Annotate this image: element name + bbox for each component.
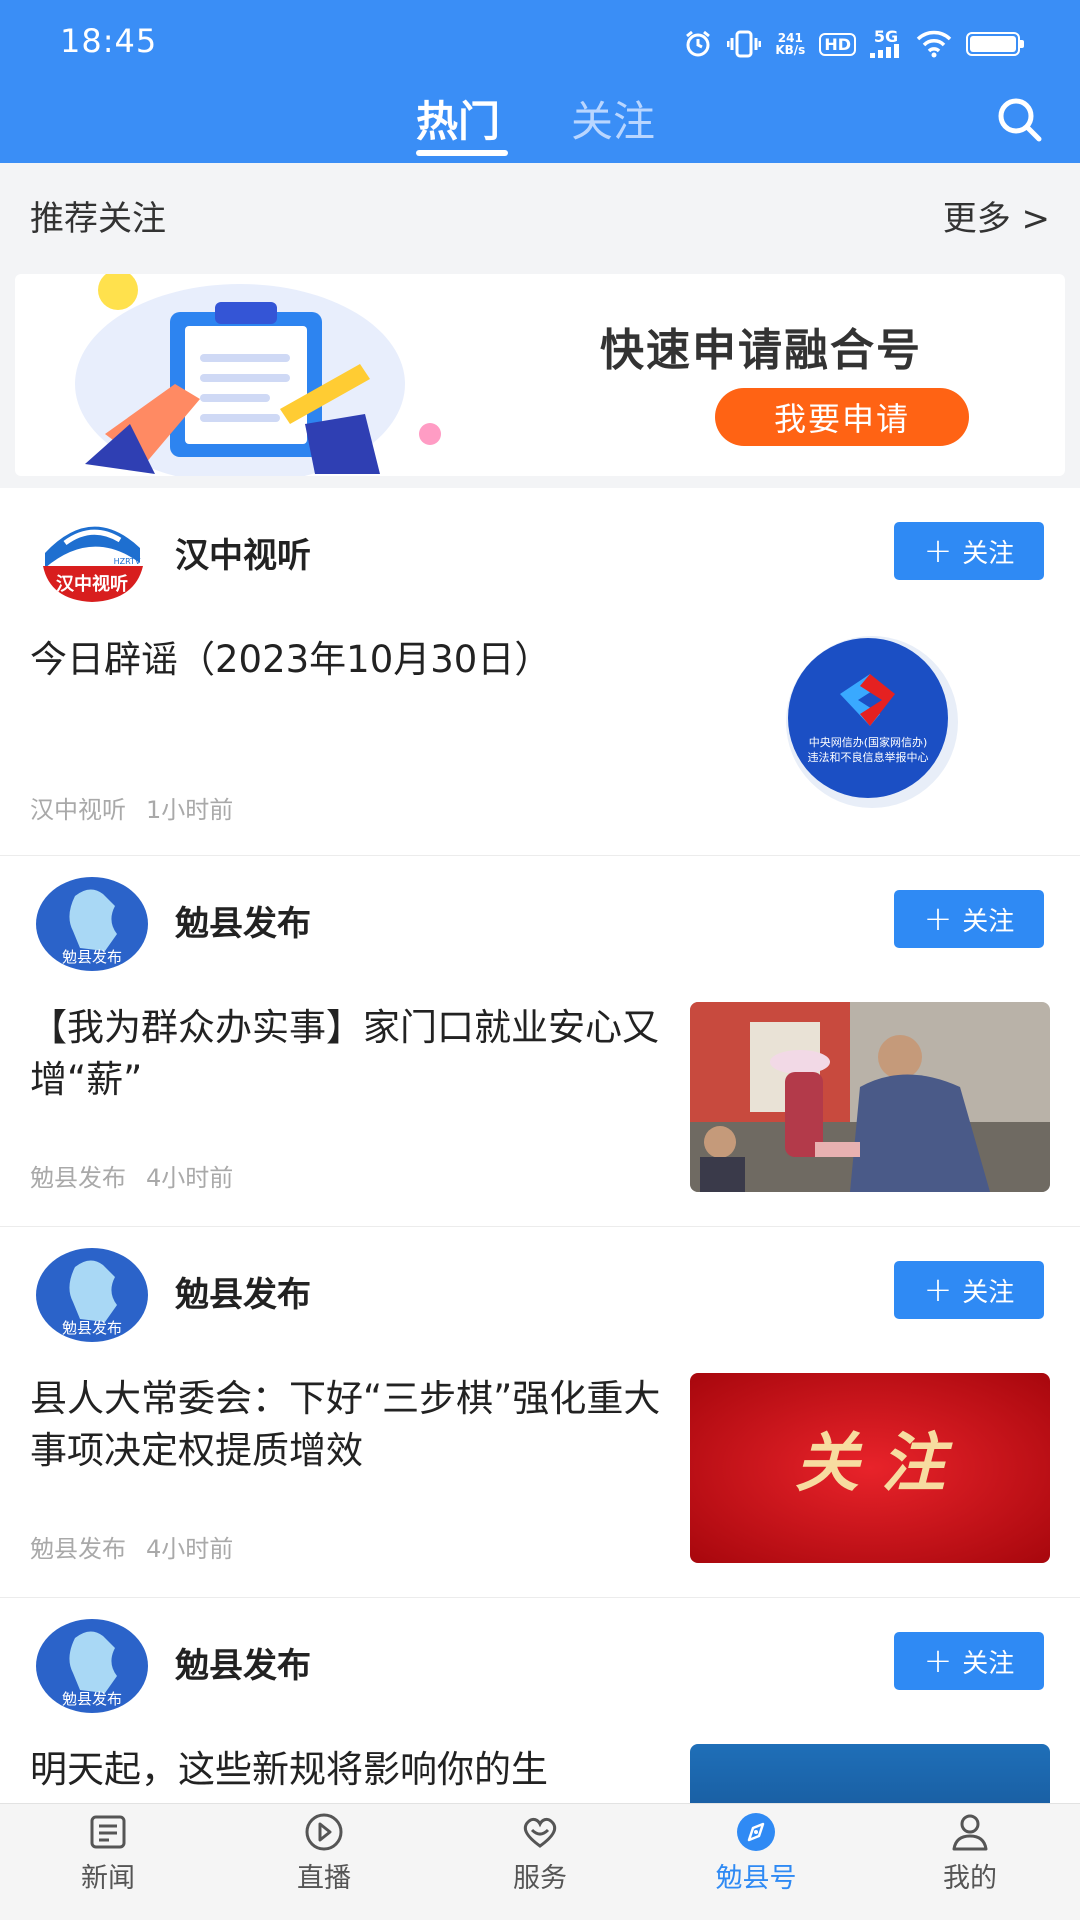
follow-button[interactable]: + 关注 [894,890,1044,948]
signal-label: 5G [873,27,899,46]
apply-banner[interactable]: 快速申请融合号 我要申请 [15,274,1065,476]
follow-label: 关注 [962,906,1015,937]
status-bar: 18:45 241 KB/s HD 5G [0,0,1080,86]
active-tab-indicator [416,150,508,156]
feed-card[interactable]: 勉县发布 勉县发布 + 关注 【我为群众办实事】家门口就业安心又增“薪” 勉县发… [0,856,1080,1227]
news-thumbnail[interactable] [690,1002,1050,1192]
nav-news-label: 新闻 [81,1863,135,1894]
banner-title: 快速申请融合号 [600,325,922,376]
thumb-caption-line2: 违法和不良信息举报中心 [808,750,929,764]
recommend-title: 推荐关注 [30,199,166,239]
app-header: 18:45 241 KB/s HD 5G 热门 关注 [0,0,1080,163]
news-headline[interactable]: 今日辟谣（2023年10月30日） [30,634,670,686]
feed-list: 汉中视听 HZRTV 汉中视听 + 关注 今日辟谣（2023年10月30日） 汉… [0,488,1080,1920]
avatar-label: 勉县发布 [62,948,122,966]
news-headline[interactable]: 明天起，这些新规将影响你的生 [30,1744,670,1796]
plus-icon: + [923,531,953,571]
battery-icon [966,32,1024,56]
news-time: 4小时前 [146,1535,234,1563]
hd-badge: HD [819,32,856,56]
nav-live-label: 直播 [297,1863,351,1894]
feed-card[interactable]: 汉中视听 HZRTV 汉中视听 + 关注 今日辟谣（2023年10月30日） 汉… [0,488,1080,856]
news-source: 勉县发布 [30,1535,126,1563]
plus-icon: + [923,1641,953,1681]
news-headline[interactable]: 县人大常委会：下好“三步棋”强化重大事项决定权提质增效 [30,1373,670,1477]
nav-mine[interactable]: 我的 [900,1812,1040,1895]
status-icons: 241 KB/s HD 5G [683,26,1024,62]
avatar-label: 勉县发布 [62,1319,122,1337]
account-name[interactable]: 汉中视听 [175,528,311,577]
alarm-icon [683,29,713,59]
plus-icon: + [923,1270,953,1310]
nav-live[interactable]: 直播 [254,1812,394,1895]
account-avatar[interactable]: 勉县发布 [35,1247,150,1343]
service-heart-icon [523,1817,557,1848]
news-icon [90,1815,126,1849]
net-speed-unit: KB/s [775,43,806,57]
nav-mianxian-hao-label: 勉县号 [715,1863,797,1894]
nav-news[interactable]: 新闻 [38,1812,178,1895]
search-icon[interactable] [994,94,1046,146]
account-avatar[interactable]: 勉县发布 [35,1618,150,1714]
follow-button[interactable]: + 关注 [894,1261,1044,1319]
news-thumbnail[interactable]: 关 注 [690,1373,1050,1563]
live-play-icon [305,1813,343,1851]
news-source: 勉县发布 [30,1164,126,1192]
more-link[interactable]: 更多 > [943,191,1050,240]
account-avatar[interactable]: 汉中视听 HZRTV [35,508,150,604]
status-time: 18:45 [60,22,158,60]
bottom-nav: 新闻 直播 服务 勉县号 我的 [0,1803,1080,1920]
follow-label: 关注 [962,1648,1015,1679]
news-thumbnail[interactable]: 中央网信办(国家网信办) 违法和不良信息举报中心 [690,634,1050,824]
clipboard-illustration [75,274,441,476]
account-name[interactable]: 勉县发布 [175,1638,311,1687]
tab-follow[interactable]: 关注 [571,88,655,149]
news-source: 汉中视听 [30,796,126,824]
follow-button[interactable]: + 关注 [894,522,1044,580]
news-time: 1小时前 [146,796,234,824]
news-headline[interactable]: 【我为群众办实事】家门口就业安心又增“薪” [30,1002,670,1106]
news-time: 4小时前 [146,1164,234,1192]
avatar-sub-label: HZRTV [114,557,141,566]
recommend-header: 推荐关注 更多 > [0,163,1080,261]
thumb-headline-text: 关 注 [795,1427,953,1501]
apply-button[interactable]: 我要申请 [715,388,969,446]
avatar-label: 勉县发布 [62,1690,122,1708]
nav-service[interactable]: 服务 [470,1812,610,1895]
account-name[interactable]: 勉县发布 [175,1267,311,1316]
news-meta: 勉县发布 4小时前 [30,1529,233,1564]
plus-icon: + [923,899,953,939]
nav-mine-label: 我的 [943,1863,997,1894]
profile-icon [952,1814,988,1851]
feed-card[interactable]: 勉县发布 勉县发布 + 关注 县人大常委会：下好“三步棋”强化重大事项决定权提质… [0,1227,1080,1598]
avatar-label: 汉中视听 [56,573,128,595]
nav-service-label: 服务 [513,1863,567,1894]
account-name[interactable]: 勉县发布 [175,896,311,945]
follow-label: 关注 [962,538,1015,569]
wifi-icon [916,30,952,58]
news-meta: 勉县发布 4小时前 [30,1158,233,1193]
news-meta: 汉中视听 1小时前 [30,790,233,825]
follow-button[interactable]: + 关注 [894,1632,1044,1690]
tab-hot[interactable]: 热门 [416,88,500,149]
account-avatar[interactable]: 勉县发布 [35,876,150,972]
follow-label: 关注 [962,1277,1015,1308]
top-tabs: 热门 关注 [0,84,1080,163]
signal-icon: 5G [870,27,902,58]
thumb-caption-line1: 中央网信办(国家网信办) [809,735,928,749]
compass-icon [737,1813,775,1851]
vibrate-icon [727,29,762,59]
net-speed: 241 KB/s [775,32,805,56]
nav-mianxian-hao[interactable]: 勉县号 [686,1812,826,1895]
